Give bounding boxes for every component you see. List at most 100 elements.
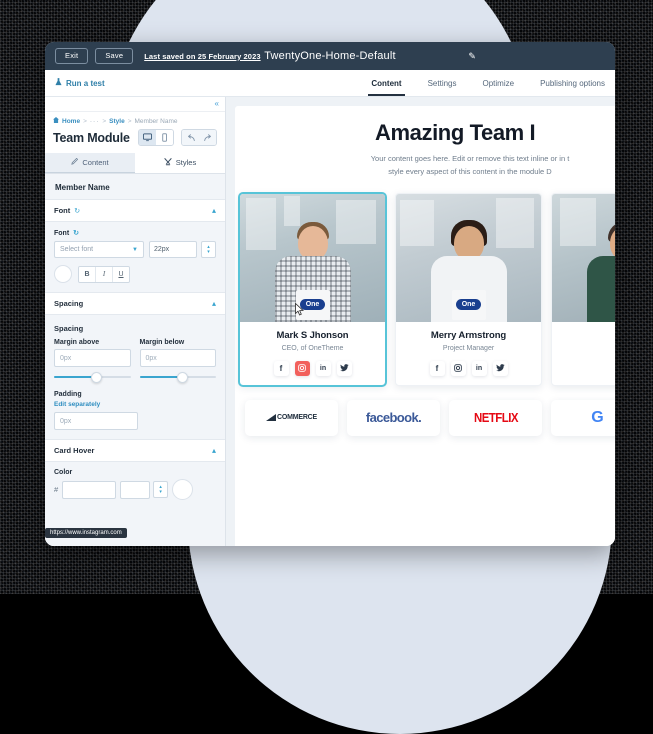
margin-above-slider[interactable]: [54, 372, 131, 383]
underline-button[interactable]: U: [113, 266, 129, 282]
accordion-card-hover-pane: Color # ▴ ▾: [45, 462, 225, 509]
twitter-icon[interactable]: [492, 360, 508, 376]
editor-body: « Home > ··· > Style > Member Name Team …: [45, 97, 615, 546]
margin-below-label: Margin below: [139, 339, 185, 346]
margin-below-input[interactable]: 0px: [139, 349, 216, 367]
team-card-3[interactable]: [551, 192, 615, 386]
chevron-up-icon[interactable]: ▴: [212, 206, 216, 215]
mobile-icon[interactable]: [156, 130, 173, 145]
margin-above-input[interactable]: 0px: [54, 349, 131, 367]
desktop-icon[interactable]: [139, 130, 156, 145]
refresh-icon[interactable]: ↻: [73, 229, 79, 237]
brush-icon: [164, 157, 172, 168]
sidebar-tab-styles-label: Styles: [175, 158, 197, 167]
font-controls-row: Select font ▼ 22px ▴ ▾: [54, 241, 216, 258]
redo-icon[interactable]: [199, 130, 216, 145]
hex-input[interactable]: [62, 480, 117, 499]
accordion-spacing-header[interactable]: Spacing ▴: [45, 292, 225, 315]
preview-page: Amazing Team I Your content goes here. E…: [235, 106, 615, 546]
breadcrumb-sep-3: >: [127, 117, 132, 125]
last-saved-label[interactable]: Last saved on 25 February 2023: [144, 52, 260, 61]
device-toggle: [138, 129, 174, 146]
tab-content[interactable]: Content: [368, 70, 405, 96]
facebook-icon[interactable]: f: [273, 360, 289, 376]
slider-knob[interactable]: [176, 372, 188, 383]
facebook-icon[interactable]: f: [429, 360, 445, 376]
save-button[interactable]: Save: [95, 48, 134, 64]
history-controls: [181, 129, 217, 146]
chevron-up-icon[interactable]: ▴: [212, 446, 216, 455]
pencil-icon[interactable]: ✎: [468, 51, 476, 62]
collapse-panel-icon[interactable]: «: [215, 100, 219, 108]
font-family-value: Select font: [60, 246, 94, 253]
stepper-down-icon[interactable]: ▾: [159, 489, 162, 495]
chevron-down-icon: ▼: [132, 246, 138, 253]
padding-label: Padding: [54, 391, 82, 398]
one-badge: One: [299, 299, 326, 310]
card-hover-color-label: Color: [54, 469, 73, 476]
bold-button[interactable]: B: [79, 266, 96, 282]
bigcommerce-logo-label: COMMERCE: [265, 414, 317, 421]
sidebar-scroll-area[interactable]: Member Name Font ↻ ▴ Font ↻ Select font: [45, 174, 225, 546]
instagram-icon[interactable]: [294, 360, 310, 376]
opacity-input[interactable]: [120, 480, 151, 499]
refresh-icon[interactable]: ↻: [74, 207, 80, 215]
hero-text-line-1: Your content goes here. Edit or remove t…: [370, 154, 570, 163]
breadcrumb: Home > ··· > Style > Member Name: [45, 112, 225, 126]
team-card-2[interactable]: One Merry Armstrong Project Manager f in: [395, 192, 542, 386]
link-tooltip: https://www.instagram.com: [45, 528, 127, 538]
accordion-card-hover-header[interactable]: Card Hover ▴: [45, 439, 225, 462]
tab-optimize[interactable]: Optimize: [483, 70, 515, 96]
breadcrumb-style[interactable]: Style: [109, 118, 125, 125]
member-info-1: Mark S Jhonson CEO, of OneTheme f in: [240, 322, 385, 385]
twitter-icon[interactable]: [336, 360, 352, 376]
tab-settings[interactable]: Settings: [428, 70, 457, 96]
accordion-font-header[interactable]: Font ↻ ▴: [45, 199, 225, 222]
instagram-icon[interactable]: [450, 360, 466, 376]
padding-input[interactable]: 0px: [54, 412, 138, 430]
font-color-swatch[interactable]: [54, 265, 72, 283]
slider-knob[interactable]: [91, 372, 103, 383]
chevron-up-icon[interactable]: ▴: [212, 299, 216, 308]
app-window: Exit Save Last saved on 25 February 2023…: [45, 42, 615, 546]
font-size-input[interactable]: 22px: [149, 241, 197, 258]
breadcrumb-ellipsis[interactable]: ···: [90, 118, 100, 125]
facebook-logo[interactable]: facebook.: [347, 399, 440, 436]
flask-icon: [55, 78, 62, 88]
hero-section: Amazing Team I Your content goes here. E…: [235, 106, 615, 189]
exit-button[interactable]: Exit: [55, 48, 89, 64]
undo-icon[interactable]: [182, 130, 199, 145]
member-photo-2: One: [396, 193, 541, 322]
google-logo[interactable]: G: [551, 399, 615, 436]
opacity-stepper[interactable]: ▴ ▾: [153, 481, 169, 498]
member-photo-1: One: [240, 193, 385, 322]
sidebar-tab-styles[interactable]: Styles: [135, 153, 225, 173]
font-family-select[interactable]: Select font ▼: [54, 241, 144, 258]
pencil-icon: [71, 157, 79, 167]
sidebar-tabs: Content Styles: [45, 153, 225, 174]
run-a-test-button[interactable]: Run a test: [55, 78, 105, 88]
torso-shape: [586, 255, 615, 322]
bigcommerce-logo[interactable]: COMMERCE: [245, 399, 338, 436]
breadcrumb-home[interactable]: Home: [62, 118, 80, 125]
margin-below-slider[interactable]: [139, 372, 216, 383]
card-hover-color-swatch[interactable]: [172, 479, 194, 500]
tab-publishing-options[interactable]: Publishing options: [540, 70, 605, 96]
edit-separately-link[interactable]: Edit separately: [54, 401, 216, 408]
preview-canvas: Amazing Team I Your content goes here. E…: [226, 97, 615, 546]
font-size-stepper[interactable]: ▴ ▾: [201, 241, 216, 258]
linkedin-icon[interactable]: in: [471, 360, 487, 376]
sidebar-tab-content[interactable]: Content: [45, 153, 135, 173]
module-title: Team Module: [53, 130, 130, 145]
margin-above-group: Margin above 0px: [54, 339, 131, 383]
team-cards: One Mark S Jhonson CEO, of OneTheme f in…: [235, 189, 615, 387]
stepper-down-icon[interactable]: ▾: [207, 249, 210, 255]
linkedin-icon[interactable]: in: [315, 360, 331, 376]
font-format-row: B I U: [54, 265, 216, 283]
editor-nav-tabs: Content Settings Optimize Publishing opt…: [368, 70, 605, 96]
member-name-2: Merry Armstrong: [430, 329, 507, 341]
italic-button[interactable]: I: [96, 266, 113, 282]
netflix-logo[interactable]: NETFLIX: [449, 399, 542, 436]
team-card-1[interactable]: One Mark S Jhonson CEO, of OneTheme f in: [238, 191, 387, 387]
accordion-font-pane: Font ↻ Select font ▼ 22px ▴ ▾ B I U: [45, 222, 225, 292]
